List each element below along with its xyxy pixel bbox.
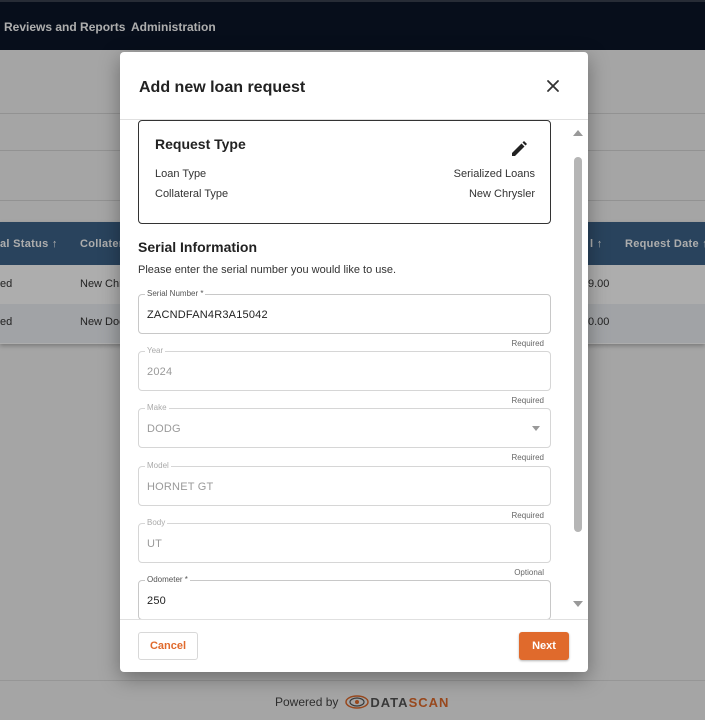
add-loan-request-dialog: Add new loan request Request Type Loan T… (120, 52, 588, 672)
make-value: DODG (147, 423, 181, 435)
collateral-type-label: Collateral Type (155, 188, 229, 200)
odometer-value: 250 (147, 595, 166, 607)
odometer-label: Odometer * (145, 575, 190, 584)
scroll-up-arrow-icon[interactable] (573, 130, 583, 136)
year-value: 2024 (147, 366, 173, 378)
serial-number-value: ZACNDFAN4R3A15042 (147, 309, 268, 321)
model-hint: Required (511, 511, 544, 520)
serial-number-field[interactable]: Serial Number * ZACNDFAN4R3A15042 (138, 289, 551, 334)
dialog-scrollbar[interactable] (572, 119, 584, 619)
next-button[interactable]: Next (519, 632, 569, 660)
year-field[interactable]: Year 2024 (138, 346, 551, 391)
odometer-field[interactable]: Odometer * 250 (138, 575, 551, 619)
serial-number-hint: Required (511, 339, 544, 348)
cancel-button[interactable]: Cancel (138, 632, 198, 660)
close-icon (547, 80, 559, 92)
dialog-scroll-content[interactable]: Request Type Loan Type Serialized Loans … (120, 119, 588, 619)
request-type-title: Request Type (155, 136, 246, 152)
scrollbar-thumb[interactable] (574, 157, 582, 532)
make-hint: Required (511, 453, 544, 462)
body-field[interactable]: Body UT (138, 518, 551, 563)
collateral-type-value: New Chrysler (468, 188, 535, 200)
scroll-down-arrow-icon[interactable] (573, 601, 583, 607)
chevron-down-icon[interactable] (532, 426, 540, 431)
make-label: Make (145, 403, 169, 412)
body-value: UT (147, 538, 163, 550)
serial-number-label: Serial Number * (145, 289, 206, 298)
dialog-title: Add new loan request (139, 79, 306, 96)
model-value: HORNET GT (147, 481, 214, 493)
loan-type-label: Loan Type (155, 168, 207, 180)
edit-request-type-button[interactable] (509, 139, 529, 159)
model-label: Model (145, 461, 171, 470)
pencil-icon (512, 141, 527, 156)
body-label: Body (145, 518, 168, 527)
request-type-card: Request Type Loan Type Serialized Loans … (138, 120, 551, 224)
close-button[interactable] (543, 76, 563, 96)
make-select[interactable]: Make DODG (138, 403, 551, 448)
model-field[interactable]: Model HORNET GT (138, 461, 551, 506)
year-hint: Required (511, 396, 544, 405)
footer-divider (120, 619, 588, 620)
serial-information-title: Serial Information (138, 239, 258, 255)
serial-information-description: Please enter the serial number you would… (138, 264, 397, 276)
body-hint: Optional (514, 568, 544, 577)
year-label: Year (145, 346, 166, 355)
loan-type-value: Serialized Loans (453, 168, 535, 180)
